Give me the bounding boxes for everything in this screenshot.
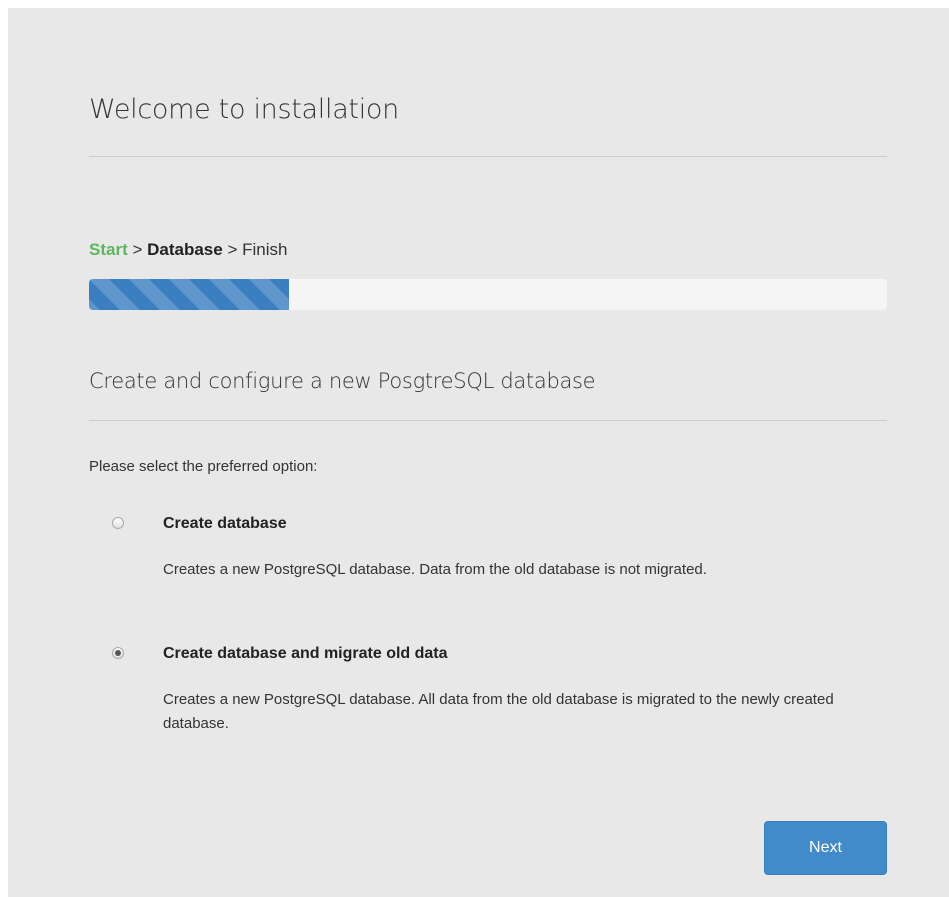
create-and-migrate-radio[interactable]	[112, 647, 124, 659]
section-title: Create and configure a new PosgtreSQL da…	[89, 369, 596, 393]
installer-panel: Welcome to installation Start > Database…	[8, 8, 949, 897]
option-description: Creates a new PostgreSQL database. Data …	[163, 561, 707, 578]
option-label[interactable]: Create database	[163, 515, 287, 533]
step-breadcrumb: Start > Database > Finish	[89, 240, 287, 260]
option-label[interactable]: Create database and migrate old data	[163, 645, 448, 663]
step-finish: Finish	[242, 240, 288, 259]
option-prompt: Please select the preferred option:	[89, 458, 318, 475]
create-database-radio[interactable]	[112, 517, 124, 529]
progress-bar	[89, 279, 289, 310]
option-description: Creates a new PostgreSQL database. All d…	[163, 691, 834, 732]
step-database: Database	[147, 240, 223, 259]
next-button[interactable]: Next	[764, 821, 887, 875]
step-separator: >	[222, 240, 243, 259]
page-title: Welcome to installation	[89, 94, 399, 125]
section-divider	[89, 420, 887, 421]
step-separator: >	[127, 240, 148, 259]
progress-track	[89, 279, 887, 310]
title-divider	[89, 156, 887, 157]
step-start: Start	[89, 240, 128, 259]
